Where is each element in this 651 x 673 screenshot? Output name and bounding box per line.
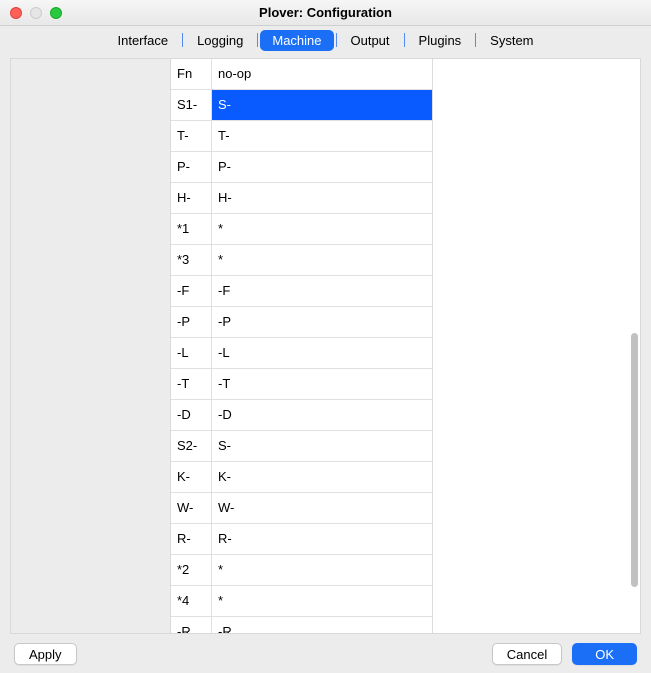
mapping-key: S1-	[171, 90, 212, 120]
mapping-value[interactable]: -L	[212, 338, 432, 368]
table-row[interactable]: P-P-	[171, 152, 432, 183]
window-title: Plover: Configuration	[0, 5, 651, 20]
mapping-key: P-	[171, 152, 212, 182]
mapping-value[interactable]: no-op	[212, 59, 432, 89]
table-row[interactable]: *3*	[171, 245, 432, 276]
mapping-key: -T	[171, 369, 212, 399]
cancel-button[interactable]: Cancel	[492, 643, 562, 665]
mapping-value[interactable]: -P	[212, 307, 432, 337]
table-row[interactable]: -F-F	[171, 276, 432, 307]
mapping-value[interactable]: K-	[212, 462, 432, 492]
mapping-key: W-	[171, 493, 212, 523]
table-row[interactable]: *2*	[171, 555, 432, 586]
mapping-value[interactable]: -D	[212, 400, 432, 430]
table-row[interactable]: -D-D	[171, 400, 432, 431]
tab-system[interactable]: System	[478, 30, 545, 51]
content-panel: Fnno-opS1-S-T-T-P-P-H-H-*1**3*-F-F-P-P-L…	[10, 58, 641, 634]
mapping-key: Fn	[171, 59, 212, 89]
mapping-key: *2	[171, 555, 212, 585]
mapping-value[interactable]: *	[212, 245, 432, 275]
table-row[interactable]: -L-L	[171, 338, 432, 369]
mapping-key: T-	[171, 121, 212, 151]
minimize-icon	[30, 7, 42, 19]
tab-separator	[257, 33, 258, 47]
apply-button[interactable]: Apply	[14, 643, 77, 665]
tab-interface[interactable]: Interface	[105, 30, 180, 51]
mapping-value[interactable]: W-	[212, 493, 432, 523]
tab-bar: Interface Logging Machine Output Plugins…	[0, 26, 651, 54]
mapping-key: -L	[171, 338, 212, 368]
mapping-key: -F	[171, 276, 212, 306]
table-row[interactable]: -R-R	[171, 617, 432, 634]
table-row[interactable]: -P-P	[171, 307, 432, 338]
mapping-value[interactable]: T-	[212, 121, 432, 151]
mapping-value[interactable]: R-	[212, 524, 432, 554]
mapping-key: -P	[171, 307, 212, 337]
mapping-key: -R	[171, 617, 212, 634]
table-row[interactable]: S2-S-	[171, 431, 432, 462]
bottom-bar: Apply Cancel OK	[0, 640, 651, 673]
table-row[interactable]: W-W-	[171, 493, 432, 524]
mapping-key: *3	[171, 245, 212, 275]
table-row[interactable]: R-R-	[171, 524, 432, 555]
left-panel	[11, 59, 171, 633]
zoom-icon[interactable]	[50, 7, 62, 19]
mapping-value[interactable]: -R	[212, 617, 432, 634]
table-row[interactable]: -T-T	[171, 369, 432, 400]
table-row[interactable]: K-K-	[171, 462, 432, 493]
mapping-key: *4	[171, 586, 212, 616]
tab-separator	[336, 33, 337, 47]
table-row[interactable]: S1-S-	[171, 90, 432, 121]
window-controls	[10, 7, 62, 19]
mapping-value[interactable]: *	[212, 586, 432, 616]
mapping-key: -D	[171, 400, 212, 430]
mapping-value[interactable]: S-	[212, 90, 432, 120]
table-row[interactable]: H-H-	[171, 183, 432, 214]
titlebar: Plover: Configuration	[0, 0, 651, 26]
tab-output[interactable]: Output	[339, 30, 402, 51]
tab-machine[interactable]: Machine	[260, 30, 333, 51]
mapping-key: H-	[171, 183, 212, 213]
table-row[interactable]: Fnno-op	[171, 59, 432, 90]
table-row[interactable]: *1*	[171, 214, 432, 245]
close-icon[interactable]	[10, 7, 22, 19]
tab-separator	[475, 33, 476, 47]
scrollbar-vertical[interactable]	[631, 333, 638, 587]
tab-separator	[182, 33, 183, 47]
mapping-value[interactable]: *	[212, 214, 432, 244]
mapping-value[interactable]: P-	[212, 152, 432, 182]
mapping-value[interactable]: -F	[212, 276, 432, 306]
mapping-key: *1	[171, 214, 212, 244]
ok-button[interactable]: OK	[572, 643, 637, 665]
table-row[interactable]: *4*	[171, 586, 432, 617]
mapping-key: R-	[171, 524, 212, 554]
tab-separator	[404, 33, 405, 47]
mapping-value[interactable]: S-	[212, 431, 432, 461]
tab-plugins[interactable]: Plugins	[407, 30, 474, 51]
tab-logging[interactable]: Logging	[185, 30, 255, 51]
table-row[interactable]: T-T-	[171, 121, 432, 152]
key-mapping-table[interactable]: Fnno-opS1-S-T-T-P-P-H-H-*1**3*-F-F-P-P-L…	[171, 59, 433, 634]
mapping-key: K-	[171, 462, 212, 492]
mapping-key: S2-	[171, 431, 212, 461]
mapping-value[interactable]: H-	[212, 183, 432, 213]
mapping-value[interactable]: -T	[212, 369, 432, 399]
mapping-value[interactable]: *	[212, 555, 432, 585]
